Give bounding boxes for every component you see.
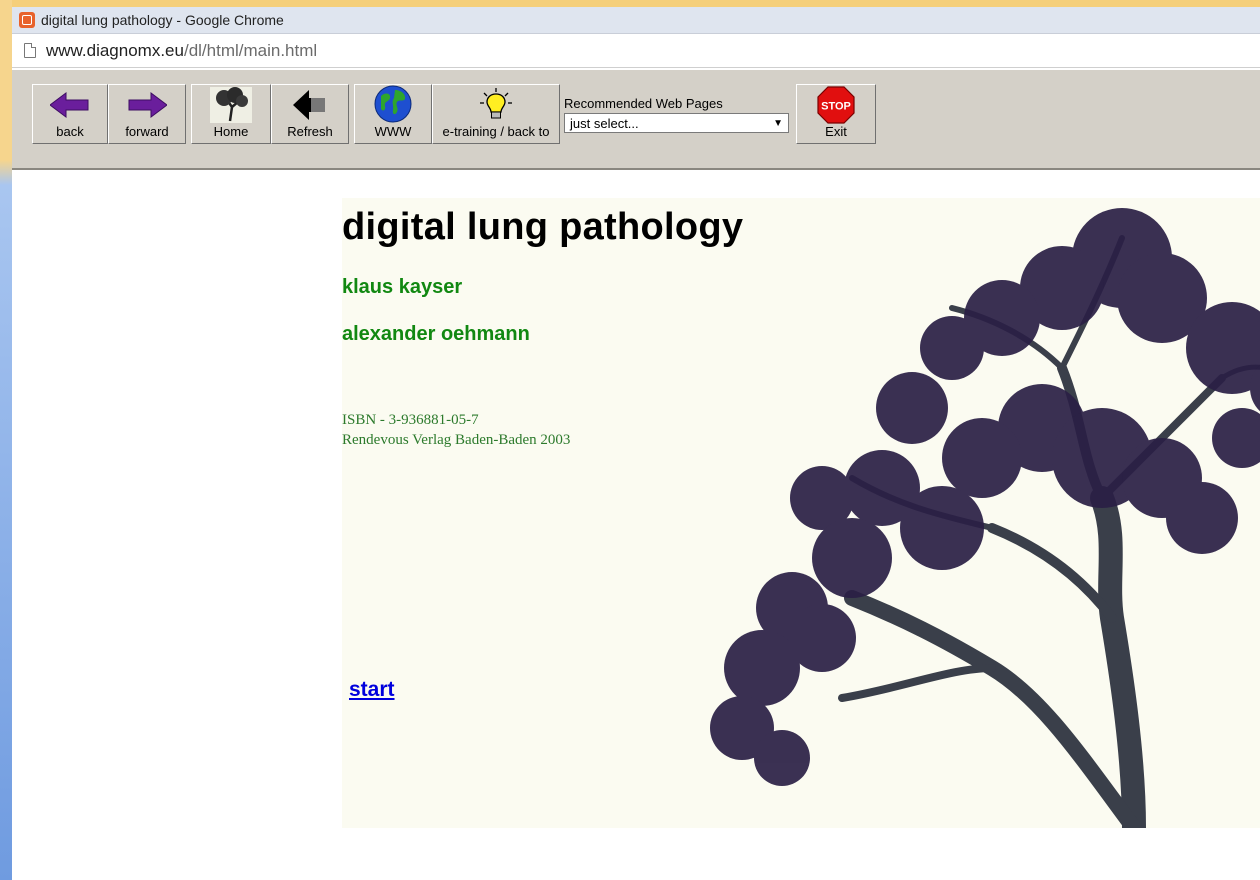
start-link[interactable]: start [349,678,395,702]
recommended-pages: Recommended Web Pages just select... ▼ [564,96,794,133]
refresh-button[interactable]: Refresh [271,84,349,144]
home-label: Home [213,124,249,139]
globe-icon [373,84,413,124]
publication-info: ISBN - 3-936881-05-7 Rendevous Verlag Ba… [342,410,570,450]
recommended-select[interactable]: just select... ▼ [564,113,789,133]
page-icon [24,43,36,58]
exit-button[interactable]: STOP Exit [796,84,876,144]
title-bar: digital lung pathology - Google Chrome [12,7,1260,34]
url-host: www.diagnomx.eu [46,40,184,60]
tree-home-icon [210,85,252,124]
www-label: WWW [374,124,412,139]
publisher-text: Rendevous Verlag Baden-Baden 2003 [342,432,571,448]
back-label: back [56,124,84,139]
back-button[interactable]: back [32,84,108,144]
desktop-background [0,0,12,880]
window-title: digital lung pathology - Google Chrome [41,12,284,28]
recommended-selected-value: just select... [570,115,639,131]
exit-label: Exit [825,124,847,139]
arrow-right-icon [127,85,167,124]
www-button[interactable]: WWW [354,84,432,144]
author-1: klaus kayser [342,276,463,298]
app-icon [19,12,35,28]
dropdown-arrow-icon: ▼ [773,117,783,129]
isbn-text: ISBN - 3-936881-05-7 [342,412,479,428]
etraining-button[interactable]: e-training / back to [432,84,560,144]
stop-sign-text: STOP [821,100,851,112]
title-panel: digital lung pathology klaus kayser alex… [342,198,1260,828]
forward-label: forward [125,124,169,139]
author-2: alexander oehmann [342,323,530,345]
home-button[interactable]: Home [191,84,271,144]
recommended-label: Recommended Web Pages [564,96,723,111]
forward-button[interactable]: forward [108,84,186,144]
page-content: digital lung pathology klaus kayser alex… [12,170,1260,880]
arrow-left-icon [50,85,90,124]
stop-sign-icon: STOP [817,85,855,124]
lightbulb-icon [479,85,513,124]
site-toolbar: back forward Home Refresh WWW e-training… [12,69,1260,170]
browser-window: digital lung pathology - Google Chrome w… [12,7,1260,880]
etraining-label: e-training / back to [442,124,550,139]
refresh-arrow-icon [291,85,329,124]
url-path: /dl/html/main.html [183,40,318,60]
tree-illustration [710,208,1260,828]
page-title: digital lung pathology [342,206,744,248]
address-bar[interactable]: www.diagnomx.eu/dl/html/main.html [12,34,1260,68]
url-text[interactable]: www.diagnomx.eu/dl/html/main.html [46,41,317,61]
refresh-label: Refresh [287,124,333,139]
